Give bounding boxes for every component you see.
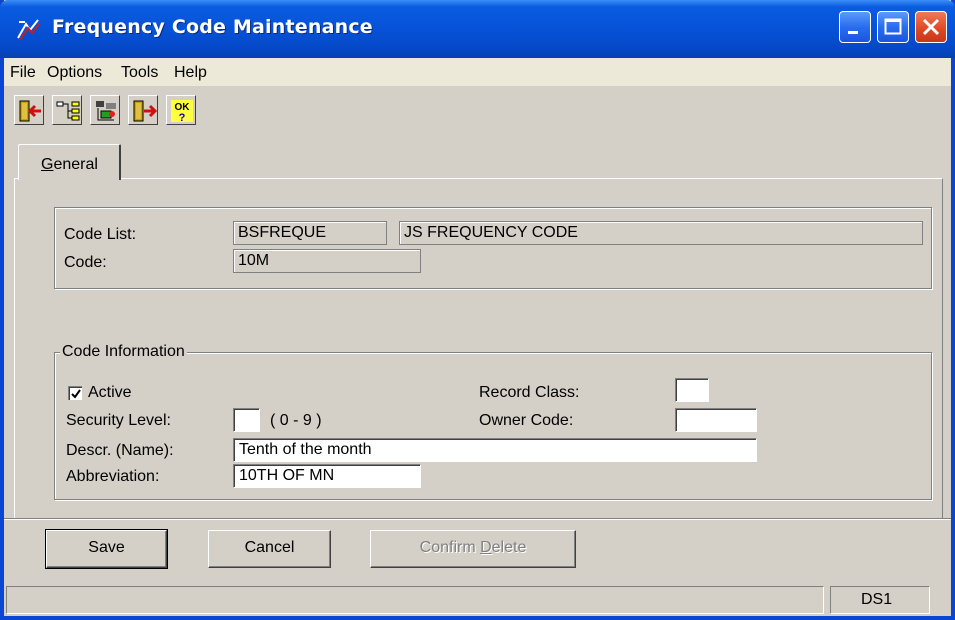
minimize-icon [848,31,858,34]
menu-bar: File Options Tools Help [4,58,951,86]
ok-help-button[interactable]: OK ? [166,95,196,125]
tab-general-label: General [41,156,98,173]
security-level-input[interactable] [233,408,260,432]
next-door-icon [133,100,157,122]
close-icon [922,18,940,36]
menu-options[interactable]: Options [47,64,102,82]
active-label: Active [88,384,132,401]
status-bar: DS1 [4,582,951,616]
close-button[interactable] [915,11,947,43]
help-mark: ? [179,112,186,124]
window-title: Frequency Code Maintenance [52,16,373,38]
minimize-button[interactable] [839,11,871,43]
app-icon [17,19,41,41]
abbreviation-label: Abbreviation: [66,468,160,485]
security-level-range: ( 0 - 9 ) [270,412,322,429]
button-separator [4,518,951,520]
ok-help-icon: OK ? [171,100,193,124]
code-value: 10M [233,249,421,273]
descr-name-label: Descr. (Name): [66,442,174,459]
record-class-input[interactable] [675,378,709,402]
security-level-label: Security Level: [66,412,171,429]
menu-help[interactable]: Help [174,64,207,82]
confirm-delete-button[interactable]: Confirm Delete [370,530,576,568]
save-button[interactable]: Save [45,529,168,569]
status-pane-main [6,586,824,614]
exit-door-icon [19,100,41,122]
status-pane-datasource: DS1 [830,586,930,614]
record-class-label: Record Class: [479,384,580,401]
code-list-group [54,207,932,289]
code-list-value: BSFREQUE [233,221,387,245]
menu-file[interactable]: File [10,64,36,82]
lookup-button[interactable] [90,95,120,125]
active-checkbox[interactable] [68,386,82,400]
toolbar: OK ? [4,86,951,132]
exit-button[interactable] [14,95,44,125]
code-information-title: Code Information [60,343,187,361]
maximize-icon [884,18,902,35]
next-button[interactable] [128,95,158,125]
descr-name-input[interactable]: Tenth of the month [233,438,757,462]
checkmark-icon [71,389,81,399]
application-window: Frequency Code Maintenance File Options … [0,0,955,620]
lookup-icon [96,101,116,121]
cancel-button[interactable]: Cancel [208,530,331,568]
tree-view-icon [56,101,80,121]
owner-code-label: Owner Code: [479,412,574,429]
abbreviation-input[interactable]: 10TH OF MN [233,464,421,488]
title-bar[interactable]: Frequency Code Maintenance [0,0,955,58]
owner-code-input[interactable] [675,408,757,432]
code-label: Code: [64,254,107,271]
tab-general[interactable]: General [18,144,121,180]
menu-tools[interactable]: Tools [121,64,158,82]
maximize-button[interactable] [877,11,909,43]
code-list-description: JS FREQUENCY CODE [399,221,923,245]
code-list-label: Code List: [64,226,137,243]
tree-button[interactable] [52,95,82,125]
